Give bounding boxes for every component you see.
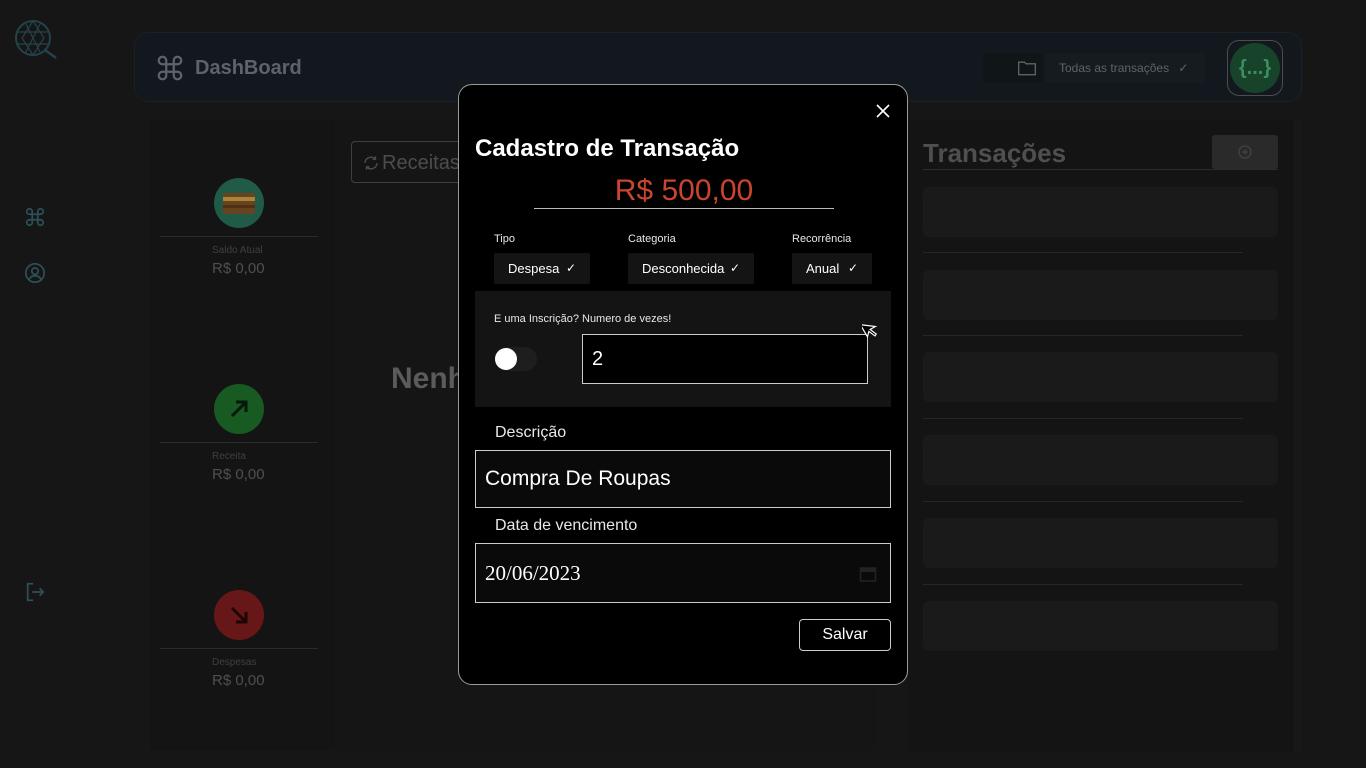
- descricao-input[interactable]: [475, 450, 891, 508]
- vencimento-input[interactable]: [475, 543, 891, 603]
- vencimento-label: Data de vencimento: [495, 517, 638, 534]
- recorrencia-select[interactable]: Anual ✓: [792, 253, 872, 284]
- vezes-input[interactable]: [582, 334, 868, 384]
- mouse-cursor-icon: [862, 323, 878, 339]
- close-icon[interactable]: [873, 101, 893, 121]
- categoria-select[interactable]: Desconhecida ✓: [628, 253, 754, 284]
- categoria-value: Desconhecida: [642, 261, 725, 276]
- check-icon: ✓: [847, 261, 858, 275]
- recorrencia-label: Recorrência: [792, 233, 852, 245]
- tipo-value: Despesa: [508, 261, 560, 276]
- inscricao-label: E uma Inscrição?: [494, 313, 579, 325]
- modal-title: Cadastro de Transação: [475, 135, 740, 162]
- amount-input[interactable]: [534, 173, 834, 209]
- check-icon: ✓: [729, 261, 740, 275]
- descricao-label: Descrição: [495, 424, 567, 441]
- categoria-label: Categoria: [628, 233, 676, 245]
- inscricao-toggle[interactable]: [495, 347, 537, 371]
- calendar-icon[interactable]: [859, 565, 877, 583]
- recurrence-panel: E uma Inscrição? Numero de vezes!: [475, 291, 891, 407]
- tipo-label: Tipo: [494, 233, 515, 245]
- recorrencia-value: Anual: [806, 261, 840, 276]
- toggle-knob: [495, 348, 517, 370]
- save-button[interactable]: Salvar: [799, 619, 891, 651]
- vezes-label: Numero de vezes!: [582, 313, 672, 325]
- transaction-modal: Cadastro de Transação Tipo Despesa ✓ Cat…: [458, 84, 908, 685]
- tipo-select[interactable]: Despesa ✓: [494, 253, 590, 284]
- check-icon: ✓: [565, 261, 576, 275]
